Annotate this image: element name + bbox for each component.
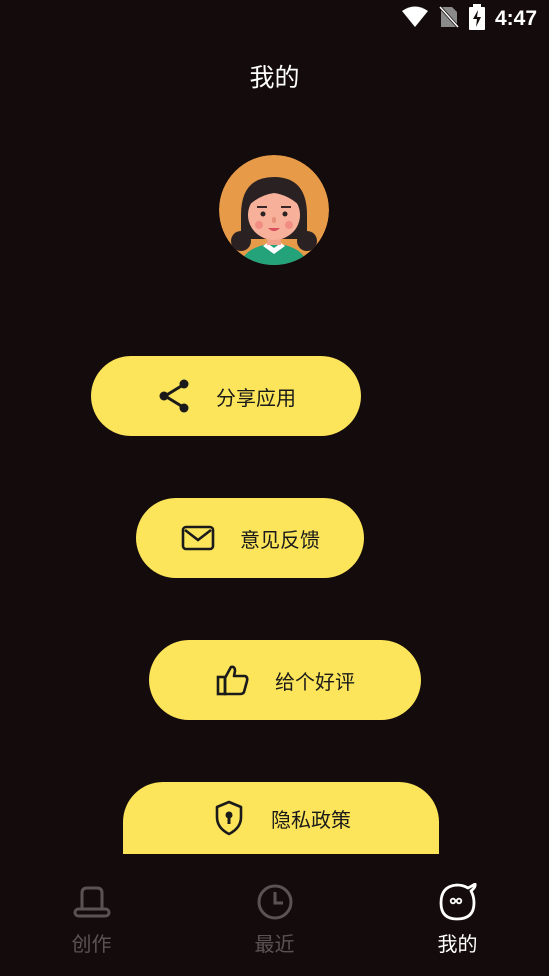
- nav-label-recent: 最近: [254, 932, 295, 956]
- no-sim-icon: [438, 5, 460, 33]
- nav-item-create[interactable]: 创作: [0, 856, 183, 976]
- nav-item-mine[interactable]: 我的: [366, 856, 549, 976]
- girl-avatar-icon: [219, 155, 329, 265]
- share-icon: [156, 378, 192, 414]
- wifi-icon: [401, 6, 429, 32]
- nav-label-mine: 我的: [437, 932, 478, 956]
- battery-charging-icon: [468, 4, 485, 34]
- nav-label-create: 创作: [71, 932, 112, 956]
- page-title: 我的: [249, 63, 300, 92]
- clock-icon: [255, 882, 295, 922]
- mail-icon: [180, 520, 216, 556]
- hat-icon: [72, 882, 112, 922]
- thumbs-up-icon: [215, 662, 251, 698]
- avatar[interactable]: [219, 155, 329, 265]
- feedback-label: 意见反馈: [240, 527, 320, 552]
- face-icon: [438, 882, 478, 922]
- rate-app-button[interactable]: 给个好评: [149, 640, 421, 720]
- feedback-button[interactable]: 意见反馈: [136, 498, 364, 578]
- status-icons: 4:47: [401, 4, 537, 34]
- privacy-policy-button[interactable]: 隐私政策: [123, 782, 439, 854]
- status-time: 4:47: [494, 7, 537, 30]
- share-app-button[interactable]: 分享应用: [91, 356, 361, 436]
- rate-app-label: 给个好评: [275, 669, 355, 694]
- bottom-nav: 创作 最近 我的: [0, 856, 549, 976]
- privacy-policy-label: 隐私政策: [271, 807, 351, 832]
- status-bar: 4:47: [0, 0, 549, 40]
- nav-item-recent[interactable]: 最近: [183, 856, 366, 976]
- share-app-label: 分享应用: [216, 385, 296, 410]
- shield-lock-icon: [211, 800, 247, 836]
